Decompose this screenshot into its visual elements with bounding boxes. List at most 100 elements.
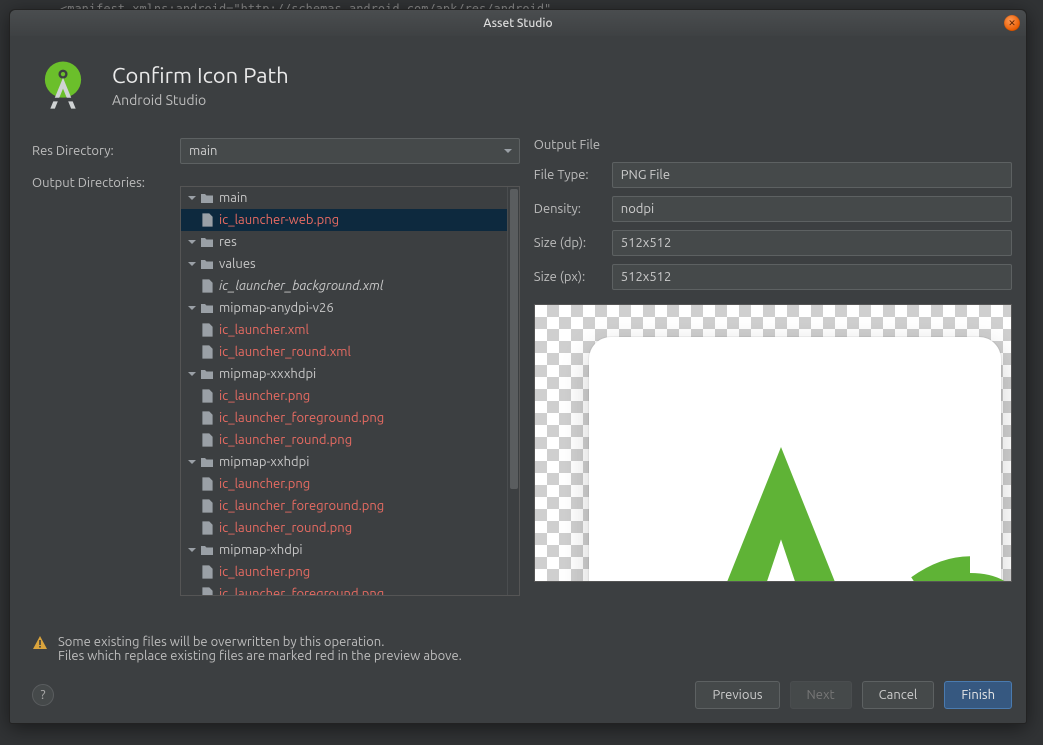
- file-type-label: File Type:: [534, 168, 612, 182]
- output-directories-tree[interactable]: mainic_launcher-web.pngresvaluesic_launc…: [180, 186, 520, 596]
- tree-folder[interactable]: res: [181, 231, 507, 253]
- page-subtitle: Android Studio: [112, 92, 289, 108]
- file-icon: [199, 411, 215, 425]
- file-icon: [199, 521, 215, 535]
- tree-folder[interactable]: mipmap-xxxhdpi: [181, 363, 507, 385]
- size-dp-field: 512x512: [612, 230, 1012, 256]
- density-label: Density:: [534, 202, 612, 216]
- tree-folder[interactable]: main: [181, 187, 507, 209]
- cancel-button[interactable]: Cancel: [862, 681, 935, 709]
- tree-file[interactable]: ic_launcher_foreground.png: [181, 583, 507, 595]
- dialog-header: Confirm Icon Path Android Studio: [10, 36, 1026, 138]
- tree-item-label: ic_launcher_round.xml: [219, 341, 351, 363]
- warning-icon: [32, 635, 48, 651]
- tree-item-label: ic_launcher-web.png: [219, 209, 339, 231]
- tree-item-label: ic_launcher.png: [219, 473, 310, 495]
- tree-file[interactable]: ic_launcher_round.png: [181, 429, 507, 451]
- tree-item-label: mipmap-xxhdpi: [219, 451, 309, 473]
- file-icon: [199, 587, 215, 595]
- tree-file[interactable]: ic_launcher.png: [181, 473, 507, 495]
- size-dp-value: 512x512: [621, 236, 672, 250]
- tree-item-label: ic_launcher.png: [219, 561, 310, 583]
- dialog-footer: ? Previous Next Cancel Finish: [10, 671, 1026, 723]
- size-dp-label: Size (dp):: [534, 236, 612, 250]
- output-file-label: Output File: [534, 138, 1012, 152]
- file-icon: [199, 477, 215, 491]
- res-directory-label: Res Directory:: [32, 144, 180, 158]
- file-icon: [199, 279, 215, 293]
- tree-folder[interactable]: mipmap-xxhdpi: [181, 451, 507, 473]
- chevron-down-icon: [185, 303, 199, 313]
- folder-icon: [199, 258, 215, 270]
- res-directory-select[interactable]: main: [180, 138, 520, 164]
- tree-item-label: mipmap-xhdpi: [219, 539, 303, 561]
- tree-item-label: main: [219, 187, 247, 209]
- size-px-field: 512x512: [612, 264, 1012, 290]
- chevron-down-icon: [185, 369, 199, 379]
- tree-folder[interactable]: mipmap-anydpi-v26: [181, 297, 507, 319]
- file-icon: [199, 323, 215, 337]
- res-directory-value: main: [189, 144, 217, 158]
- tree-item-label: ic_launcher.png: [219, 385, 310, 407]
- warning-banner: Some existing files will be overwritten …: [10, 621, 1026, 671]
- tree-item-label: ic_launcher.xml: [219, 319, 309, 341]
- chevron-down-icon: [185, 237, 199, 247]
- tree-item-label: ic_launcher_round.png: [219, 429, 352, 451]
- file-icon: [199, 345, 215, 359]
- tree-item-label: ic_launcher_round.png: [219, 517, 352, 539]
- folder-icon: [199, 302, 215, 314]
- tree-file[interactable]: ic_launcher-web.png: [181, 209, 507, 231]
- file-type-field: PNG File: [612, 162, 1012, 188]
- chevron-down-icon: [185, 259, 199, 269]
- tree-item-label: ic_launcher_background.xml: [219, 275, 384, 297]
- output-directories-label: Output Directories:: [32, 174, 180, 190]
- tree-item-label: values: [219, 253, 256, 275]
- chevron-down-icon: [185, 193, 199, 203]
- warning-line2: Files which replace existing files are m…: [58, 649, 462, 663]
- size-px-label: Size (px):: [534, 270, 612, 284]
- tree-folder[interactable]: values: [181, 253, 507, 275]
- scrollbar-thumb[interactable]: [510, 189, 518, 489]
- tree-file[interactable]: ic_launcher_foreground.png: [181, 495, 507, 517]
- file-icon: [199, 433, 215, 447]
- preview-panel: [534, 304, 1012, 582]
- tree-item-label: ic_launcher_foreground.png: [219, 495, 384, 517]
- density-field: nodpi: [612, 196, 1012, 222]
- close-icon[interactable]: ✕: [1004, 15, 1020, 31]
- tree-item-label: ic_launcher_foreground.png: [219, 583, 384, 595]
- file-icon: [199, 213, 215, 227]
- file-icon: [199, 389, 215, 403]
- titlebar[interactable]: Asset Studio ✕: [10, 10, 1026, 36]
- tree-item-label: res: [219, 231, 237, 253]
- previous-button[interactable]: Previous: [695, 681, 779, 709]
- chevron-down-icon: [185, 457, 199, 467]
- page-title: Confirm Icon Path: [112, 63, 289, 88]
- chevron-down-icon: [185, 545, 199, 555]
- tree-file[interactable]: ic_launcher.png: [181, 385, 507, 407]
- tree-file[interactable]: ic_launcher.png: [181, 561, 507, 583]
- tree-file[interactable]: ic_launcher_background.xml: [181, 275, 507, 297]
- density-value: nodpi: [621, 202, 654, 216]
- tree-file[interactable]: ic_launcher.xml: [181, 319, 507, 341]
- tree-file[interactable]: ic_launcher_round.xml: [181, 341, 507, 363]
- tree-file[interactable]: ic_launcher_round.png: [181, 517, 507, 539]
- tree-item-label: ic_launcher_foreground.png: [219, 407, 384, 429]
- folder-icon: [199, 544, 215, 556]
- tree-folder[interactable]: mipmap-xhdpi: [181, 539, 507, 561]
- tree-file[interactable]: ic_launcher_foreground.png: [181, 407, 507, 429]
- next-button: Next: [790, 681, 852, 709]
- window-title: Asset Studio: [483, 17, 552, 30]
- scrollbar-track[interactable]: [507, 187, 519, 595]
- folder-icon: [199, 236, 215, 248]
- size-px-value: 512x512: [621, 270, 672, 284]
- chevron-down-icon: [503, 146, 513, 156]
- finish-button[interactable]: Finish: [944, 681, 1012, 709]
- tree-item-label: mipmap-xxxhdpi: [219, 363, 316, 385]
- warning-line1: Some existing files will be overwritten …: [58, 635, 462, 649]
- folder-icon: [199, 192, 215, 204]
- file-icon: [199, 565, 215, 579]
- help-button[interactable]: ?: [32, 684, 54, 706]
- file-icon: [199, 499, 215, 513]
- icon-preview: [655, 405, 1012, 582]
- android-studio-icon: [34, 56, 92, 114]
